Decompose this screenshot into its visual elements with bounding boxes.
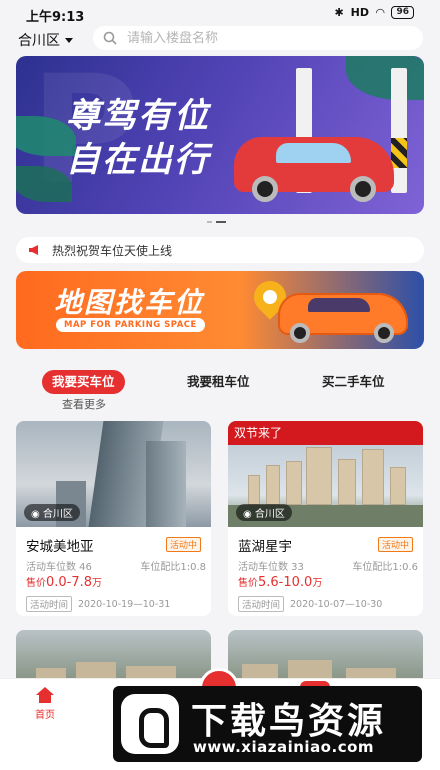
megaphone-icon: [29, 245, 38, 255]
time-label: 活动时间: [26, 596, 73, 612]
spots-count: 活动车位数 33: [238, 562, 304, 573]
announcement-text: 热烈祝贺车位天使上线: [52, 243, 173, 258]
price-prefix: 售价: [26, 578, 46, 589]
map-banner-title: 地图找车位: [54, 286, 205, 319]
car-illustration: [234, 137, 394, 202]
watermark-logo: [121, 694, 179, 754]
listing-name: 蓝湖星宇: [238, 539, 292, 555]
time-label: 活动时间: [238, 596, 285, 612]
tab-buy-parking[interactable]: 我要买车位: [42, 370, 125, 394]
signal-icon: HD: [350, 6, 369, 19]
district-tag: ◉ 合川区: [236, 504, 292, 521]
listing-name: 安城美地亚: [26, 539, 94, 555]
listing-price: 售价0.0-7.8万: [26, 574, 102, 590]
status-badge: 活动中: [377, 537, 413, 552]
status-time: 上午9:13: [26, 10, 85, 25]
car-illustration: [278, 293, 408, 343]
watermark-title: 下载鸟资源: [191, 701, 387, 742]
time-range: 2020-10-19—10-31: [78, 598, 171, 610]
search-input[interactable]: [127, 30, 387, 46]
city-selector[interactable]: 合川区: [18, 30, 73, 50]
listing-meta: 活动车位数 46 车位配比1:0.8: [26, 558, 206, 573]
activity-time: 活动时间 2020-10-07—10-30: [238, 596, 382, 612]
map-finder-banner[interactable]: 地图找车位 MAP FOR PARKING SPACE: [16, 271, 424, 349]
status-icons: ✱ HD ◠ 96: [334, 6, 414, 19]
hero-banner[interactable]: P 尊驾有位 自在出行: [16, 56, 424, 214]
price-prefix: 售价: [238, 578, 258, 589]
carousel-indicator: [207, 221, 226, 223]
district-label: 合川区: [42, 509, 73, 520]
wifi-icon: ◠: [376, 6, 385, 19]
carousel-dot: [207, 221, 212, 223]
status-badge: 活动中: [165, 537, 201, 552]
chevron-down-icon: [65, 37, 73, 43]
bluetooth-icon: ✱: [334, 6, 344, 19]
time-range: 2020-10-07—10-30: [290, 598, 383, 610]
district-label: 合川区: [254, 509, 285, 520]
nav-home[interactable]: 首页: [30, 687, 60, 721]
status-bar: 上午9:13 ✱ HD ◠ 96: [0, 0, 440, 26]
carousel-dot-active: [216, 221, 226, 223]
battery-icon: 96: [391, 6, 414, 19]
watermark: 下载鸟资源 www.xiazainiao.com: [113, 686, 422, 762]
activity-time: 活动时间 2020-10-19—10-31: [26, 596, 170, 612]
listing-price: 售价5.6-10.0万: [238, 574, 322, 590]
price-unit: 万: [92, 578, 103, 589]
see-more-link[interactable]: 查看更多: [62, 396, 106, 412]
listing-card[interactable]: ◉ 合川区 安城美地亚 活动中 活动车位数 46 车位配比1:0.8 售价0.0…: [16, 421, 211, 616]
tab-rent-parking[interactable]: 我要租车位: [187, 370, 250, 394]
listing-meta: 活动车位数 33 车位配比1:0.6: [238, 558, 418, 573]
search-bar[interactable]: [93, 26, 423, 50]
price-unit: 万: [312, 578, 323, 589]
tab-second-hand-parking[interactable]: 买二手车位: [322, 370, 385, 394]
listing-image: ◉ 合川区: [16, 421, 211, 527]
top-bar: 合川区: [0, 26, 440, 52]
promo-banner: 双节来了: [228, 421, 423, 445]
spots-count: 活动车位数 46: [26, 562, 92, 573]
listing-image: 双节来了 ◉ 合川区: [228, 421, 423, 527]
price-value: 5.6-10.0: [258, 575, 313, 590]
map-banner-subtitle: MAP FOR PARKING SPACE: [56, 318, 205, 332]
nav-home-label: 首页: [35, 710, 55, 721]
search-icon: [103, 31, 117, 45]
price-value: 0.0-7.8: [46, 575, 93, 590]
banner-line1: 尊驾有位: [66, 96, 210, 136]
district-tag: ◉ 合川区: [24, 504, 80, 521]
home-icon: [36, 687, 54, 703]
watermark-url: www.xiazainiao.com: [193, 738, 375, 756]
banner-line2: 自在出行: [66, 140, 210, 180]
parking-ratio: 车位配比1:0.8: [140, 562, 206, 573]
parking-ratio: 车位配比1:0.6: [352, 562, 418, 573]
announcement-bar[interactable]: 热烈祝贺车位天使上线: [16, 237, 424, 263]
listing-card[interactable]: 双节来了 ◉ 合川区 蓝湖星宇 活动中 活动车位数 33 车位配比1:0.6 售…: [228, 421, 423, 616]
city-label: 合川区: [18, 33, 60, 49]
leaf-decoration: [346, 56, 424, 100]
